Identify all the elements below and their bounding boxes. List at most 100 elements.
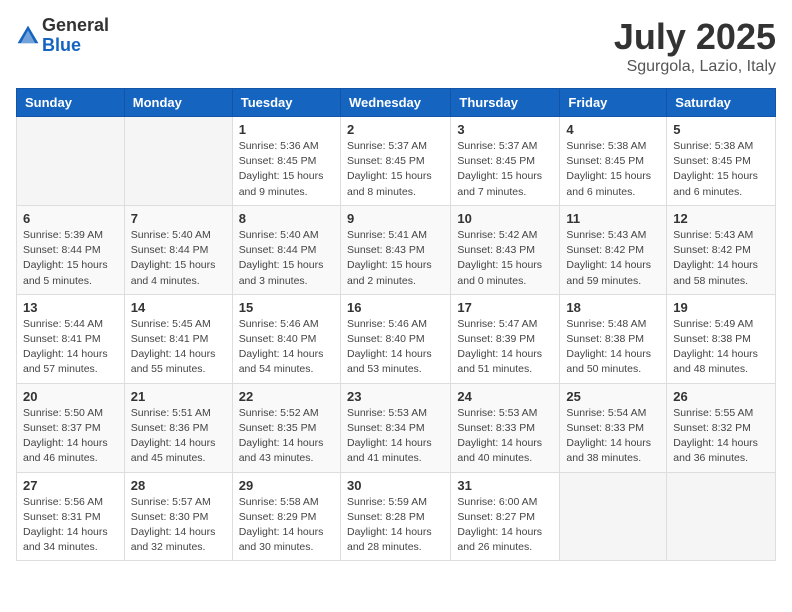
calendar-day-cell: 29 Sunrise: 5:58 AM Sunset: 8:29 PM Dayli… bbox=[232, 472, 340, 561]
calendar-day-cell: 18Sunrise: 5:48 AM Sunset: 8:38 PM Dayli… bbox=[560, 294, 667, 383]
day-number: 12 bbox=[673, 211, 769, 226]
calendar-day-cell: 1 Sunrise: 5:36 AM Sunset: 8:45 PM Daylig… bbox=[232, 117, 340, 206]
logo-text: General Blue bbox=[42, 16, 109, 56]
day-info: Sunrise: 5:54 AM Sunset: 8:33 PM Dayligh… bbox=[566, 406, 660, 467]
weekday-header-cell: Saturday bbox=[667, 89, 776, 117]
day-info: Sunrise: 5:40 AM Sunset: 8:44 PM Dayligh… bbox=[131, 228, 226, 289]
calendar-day-cell: 9 Sunrise: 5:41 AM Sunset: 8:43 PM Daylig… bbox=[340, 205, 450, 294]
calendar-day-cell: 20 Sunrise: 5:50 AM Sunset: 8:37 PM Dayli… bbox=[17, 383, 125, 472]
day-info: Sunrise: 5:59 AM Sunset: 8:28 PM Dayligh… bbox=[347, 495, 444, 556]
logo-general: General bbox=[42, 16, 109, 36]
calendar-day-cell: 2 Sunrise: 5:37 AM Sunset: 8:45 PM Daylig… bbox=[340, 117, 450, 206]
day-info: Sunrise: 5:38 AM Sunset: 8:45 PM Dayligh… bbox=[566, 139, 660, 200]
calendar-day-cell: 6 Sunrise: 5:39 AM Sunset: 8:44 PM Daylig… bbox=[17, 205, 125, 294]
day-info: Sunrise: 5:38 AM Sunset: 8:45 PM Dayligh… bbox=[673, 139, 769, 200]
day-number: 13 bbox=[23, 300, 118, 315]
calendar-week-row: 6 Sunrise: 5:39 AM Sunset: 8:44 PM Daylig… bbox=[17, 205, 776, 294]
day-info: Sunrise: 5:43 AM Sunset: 8:42 PM Dayligh… bbox=[566, 228, 660, 289]
calendar-day-cell: 30 Sunrise: 5:59 AM Sunset: 8:28 PM Dayli… bbox=[340, 472, 450, 561]
day-number: 27 bbox=[23, 478, 118, 493]
day-number: 5 bbox=[673, 122, 769, 137]
day-info: Sunrise: 5:50 AM Sunset: 8:37 PM Dayligh… bbox=[23, 406, 118, 467]
day-number: 23 bbox=[347, 389, 444, 404]
day-info: Sunrise: 5:37 AM Sunset: 8:45 PM Dayligh… bbox=[457, 139, 553, 200]
day-number: 2 bbox=[347, 122, 444, 137]
calendar-day-cell: 4 Sunrise: 5:38 AM Sunset: 8:45 PM Daylig… bbox=[560, 117, 667, 206]
calendar-day-cell: 21 Sunrise: 5:51 AM Sunset: 8:36 PM Dayli… bbox=[124, 383, 232, 472]
day-info: Sunrise: 6:00 AM Sunset: 8:27 PM Dayligh… bbox=[457, 495, 553, 556]
weekday-header-cell: Monday bbox=[124, 89, 232, 117]
day-number: 20 bbox=[23, 389, 118, 404]
day-number: 16 bbox=[347, 300, 444, 315]
day-info: Sunrise: 5:49 AM Sunset: 8:38 PM Dayligh… bbox=[673, 317, 769, 378]
location-title: Sgurgola, Lazio, Italy bbox=[614, 58, 776, 76]
day-info: Sunrise: 5:43 AM Sunset: 8:42 PM Dayligh… bbox=[673, 228, 769, 289]
day-info: Sunrise: 5:57 AM Sunset: 8:30 PM Dayligh… bbox=[131, 495, 226, 556]
day-info: Sunrise: 5:37 AM Sunset: 8:45 PM Dayligh… bbox=[347, 139, 444, 200]
month-title: July 2025 bbox=[614, 16, 776, 58]
day-info: Sunrise: 5:53 AM Sunset: 8:34 PM Dayligh… bbox=[347, 406, 444, 467]
calendar-day-cell: 22Sunrise: 5:52 AM Sunset: 8:35 PM Dayli… bbox=[232, 383, 340, 472]
calendar-day-cell: 17 Sunrise: 5:47 AM Sunset: 8:39 PM Dayli… bbox=[451, 294, 560, 383]
day-info: Sunrise: 5:47 AM Sunset: 8:39 PM Dayligh… bbox=[457, 317, 553, 378]
day-info: Sunrise: 5:51 AM Sunset: 8:36 PM Dayligh… bbox=[131, 406, 226, 467]
weekday-header-cell: Tuesday bbox=[232, 89, 340, 117]
day-number: 9 bbox=[347, 211, 444, 226]
day-number: 21 bbox=[131, 389, 226, 404]
logo-blue: Blue bbox=[42, 36, 109, 56]
weekday-header-cell: Wednesday bbox=[340, 89, 450, 117]
calendar-day-cell: 14 Sunrise: 5:45 AM Sunset: 8:41 PM Dayli… bbox=[124, 294, 232, 383]
title-area: July 2025 Sgurgola, Lazio, Italy bbox=[614, 16, 776, 76]
calendar-day-cell: 8Sunrise: 5:40 AM Sunset: 8:44 PM Daylig… bbox=[232, 205, 340, 294]
day-info: Sunrise: 5:58 AM Sunset: 8:29 PM Dayligh… bbox=[239, 495, 334, 556]
weekday-header-cell: Sunday bbox=[17, 89, 125, 117]
day-info: Sunrise: 5:41 AM Sunset: 8:43 PM Dayligh… bbox=[347, 228, 444, 289]
calendar-day-cell: 26 Sunrise: 5:55 AM Sunset: 8:32 PM Dayli… bbox=[667, 383, 776, 472]
day-number: 7 bbox=[131, 211, 226, 226]
day-number: 1 bbox=[239, 122, 334, 137]
day-number: 25 bbox=[566, 389, 660, 404]
day-info: Sunrise: 5:46 AM Sunset: 8:40 PM Dayligh… bbox=[239, 317, 334, 378]
day-info: Sunrise: 5:46 AM Sunset: 8:40 PM Dayligh… bbox=[347, 317, 444, 378]
day-number: 14 bbox=[131, 300, 226, 315]
day-info: Sunrise: 5:48 AM Sunset: 8:38 PM Dayligh… bbox=[566, 317, 660, 378]
calendar-day-cell: 11 Sunrise: 5:43 AM Sunset: 8:42 PM Dayli… bbox=[560, 205, 667, 294]
day-info: Sunrise: 5:45 AM Sunset: 8:41 PM Dayligh… bbox=[131, 317, 226, 378]
day-number: 15 bbox=[239, 300, 334, 315]
day-number: 10 bbox=[457, 211, 553, 226]
calendar-day-cell: 5 Sunrise: 5:38 AM Sunset: 8:45 PM Daylig… bbox=[667, 117, 776, 206]
calendar-day-cell: 13 Sunrise: 5:44 AM Sunset: 8:41 PM Dayli… bbox=[17, 294, 125, 383]
day-number: 26 bbox=[673, 389, 769, 404]
page-header: General Blue July 2025 Sgurgola, Lazio, … bbox=[16, 16, 776, 76]
calendar-body: 1 Sunrise: 5:36 AM Sunset: 8:45 PM Daylig… bbox=[17, 117, 776, 561]
day-number: 17 bbox=[457, 300, 553, 315]
calendar-day-cell: 16 Sunrise: 5:46 AM Sunset: 8:40 PM Dayli… bbox=[340, 294, 450, 383]
day-number: 11 bbox=[566, 211, 660, 226]
day-number: 19 bbox=[673, 300, 769, 315]
weekday-header-cell: Friday bbox=[560, 89, 667, 117]
calendar-day-cell: 23 Sunrise: 5:53 AM Sunset: 8:34 PM Dayli… bbox=[340, 383, 450, 472]
day-number: 30 bbox=[347, 478, 444, 493]
calendar-day-cell: 12 Sunrise: 5:43 AM Sunset: 8:42 PM Dayli… bbox=[667, 205, 776, 294]
day-number: 24 bbox=[457, 389, 553, 404]
day-number: 4 bbox=[566, 122, 660, 137]
weekday-header-cell: Thursday bbox=[451, 89, 560, 117]
day-number: 6 bbox=[23, 211, 118, 226]
calendar-week-row: 27Sunrise: 5:56 AM Sunset: 8:31 PM Dayli… bbox=[17, 472, 776, 561]
calendar-week-row: 13 Sunrise: 5:44 AM Sunset: 8:41 PM Dayli… bbox=[17, 294, 776, 383]
calendar-day-cell: 15 Sunrise: 5:46 AM Sunset: 8:40 PM Dayli… bbox=[232, 294, 340, 383]
day-number: 31 bbox=[457, 478, 553, 493]
day-info: Sunrise: 5:39 AM Sunset: 8:44 PM Dayligh… bbox=[23, 228, 118, 289]
calendar-day-cell: 24Sunrise: 5:53 AM Sunset: 8:33 PM Dayli… bbox=[451, 383, 560, 472]
calendar-week-row: 1 Sunrise: 5:36 AM Sunset: 8:45 PM Daylig… bbox=[17, 117, 776, 206]
day-info: Sunrise: 5:36 AM Sunset: 8:45 PM Dayligh… bbox=[239, 139, 334, 200]
day-number: 29 bbox=[239, 478, 334, 493]
day-info: Sunrise: 5:44 AM Sunset: 8:41 PM Dayligh… bbox=[23, 317, 118, 378]
calendar-day-cell: 19 Sunrise: 5:49 AM Sunset: 8:38 PM Dayli… bbox=[667, 294, 776, 383]
day-info: Sunrise: 5:40 AM Sunset: 8:44 PM Dayligh… bbox=[239, 228, 334, 289]
logo-icon bbox=[16, 24, 40, 48]
day-info: Sunrise: 5:52 AM Sunset: 8:35 PM Dayligh… bbox=[239, 406, 334, 467]
calendar-day-cell: 7 Sunrise: 5:40 AM Sunset: 8:44 PM Daylig… bbox=[124, 205, 232, 294]
calendar-day-cell: 31 Sunrise: 6:00 AM Sunset: 8:27 PM Dayli… bbox=[451, 472, 560, 561]
day-info: Sunrise: 5:55 AM Sunset: 8:32 PM Dayligh… bbox=[673, 406, 769, 467]
